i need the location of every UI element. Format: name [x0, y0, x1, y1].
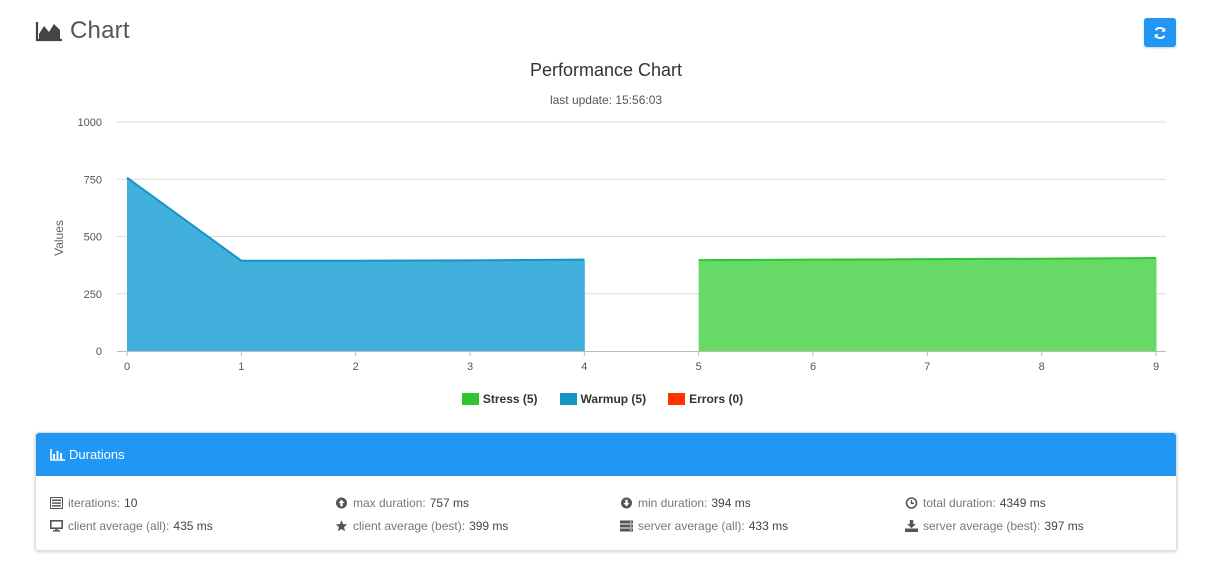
x-tick-label: 7	[924, 361, 930, 370]
legend-item-errors[interactable]: Errors (0)	[668, 392, 743, 406]
stat-label: client average (all):	[68, 519, 170, 533]
y-axis-label: Values	[52, 220, 66, 256]
area-chart-icon	[35, 22, 62, 42]
refresh-button[interactable]	[1144, 18, 1176, 47]
stat-server-average-all: server average (all): 433 ms	[620, 519, 788, 533]
chart-subtitle: last update: 15:56:03	[550, 93, 662, 107]
series-areas	[126, 176, 1157, 351]
stat-label: max duration:	[353, 496, 426, 510]
arrow-down-circle-icon	[621, 497, 632, 509]
clock-icon	[905, 497, 918, 509]
chart-title: Performance Chart	[530, 60, 682, 80]
legend-swatch-errors	[668, 393, 686, 405]
stat-value: 394 ms	[711, 496, 751, 510]
stat-label: server average (best):	[923, 519, 1041, 533]
x-tick-label: 3	[467, 361, 473, 370]
x-tick-label: 0	[124, 361, 130, 370]
durations-panel: Durations iterations: 10 max duration: 7…	[35, 432, 1177, 551]
x-tick-label: 4	[581, 361, 587, 370]
legend-label-stress: Stress (5)	[482, 392, 538, 406]
legend-label-warmup: Warmup (5)	[580, 392, 647, 406]
stat-max-duration: max duration: 757 ms	[335, 496, 469, 510]
performance-chart: Performance Chart last update: 15:56:03 …	[0, 55, 1205, 373]
durations-heading: Durations	[69, 447, 125, 462]
area-warmup	[127, 177, 585, 351]
stat-value: 4349 ms	[999, 496, 1046, 510]
durations-panel-body: iterations: 10 max duration: 757 ms min …	[36, 476, 1176, 552]
stat-client-average-best: client average (best): 399 ms	[335, 519, 508, 533]
stat-total-duration: total duration: 4349 ms	[905, 496, 1046, 510]
refresh-icon	[1154, 26, 1166, 39]
stat-label: total duration:	[923, 496, 996, 510]
stat-value: 435 ms	[173, 519, 213, 533]
stat-label: min duration:	[638, 496, 708, 510]
x-tick-label: 9	[1153, 361, 1159, 370]
stat-value: 10	[124, 496, 138, 510]
x-tick-label: 5	[696, 361, 702, 370]
y-tick-label: 0	[96, 346, 102, 358]
area-stress	[698, 258, 1156, 351]
stat-server-average-best: server average (best): 397 ms	[905, 519, 1084, 533]
download-icon	[905, 520, 918, 532]
durations-panel-heading: Durations	[36, 433, 1176, 476]
arrow-up-circle-icon	[336, 497, 347, 509]
legend-swatch-warmup	[559, 393, 577, 405]
x-tick-label: 6	[810, 361, 816, 370]
stat-value: 397 ms	[1044, 519, 1084, 533]
stat-label: client average (best):	[353, 519, 466, 533]
x-tick-label: 8	[1039, 361, 1045, 370]
page-title: Chart	[70, 17, 130, 44]
list-icon	[50, 497, 63, 509]
stat-client-average-all: client average (all): 435 ms	[50, 519, 213, 533]
legend-item-warmup[interactable]: Warmup (5)	[559, 392, 647, 406]
stat-label: server average (all):	[638, 519, 745, 533]
y-tick-label: 250	[84, 289, 102, 301]
stat-value: 399 ms	[469, 519, 509, 533]
bar-chart-icon	[50, 448, 65, 461]
legend-item-stress[interactable]: Stress (5)	[461, 392, 538, 406]
stat-iterations: iterations: 10	[50, 496, 137, 510]
server-icon	[620, 520, 633, 532]
monitor-icon	[50, 520, 63, 532]
stat-value: 757 ms	[429, 496, 470, 510]
x-tick-label: 1	[238, 361, 244, 370]
stat-value: 433 ms	[748, 519, 789, 533]
stat-label: iterations:	[68, 496, 121, 510]
stat-min-duration: min duration: 394 ms	[620, 496, 751, 510]
legend-label-errors: Errors (0)	[689, 392, 744, 406]
page-header: Chart	[35, 14, 130, 48]
y-tick-label: 500	[84, 232, 102, 244]
performance-chart-svg: Performance Chart last update: 15:56:03 …	[52, 60, 1166, 373]
chart-legend: Stress (5) Warmup (5) Errors (0)	[0, 392, 1205, 406]
x-tick-label: 2	[353, 361, 359, 370]
star-icon	[335, 520, 348, 532]
y-tick-label: 750	[84, 174, 102, 186]
y-tick-label: 1000	[78, 117, 102, 129]
legend-swatch-stress	[461, 393, 479, 405]
